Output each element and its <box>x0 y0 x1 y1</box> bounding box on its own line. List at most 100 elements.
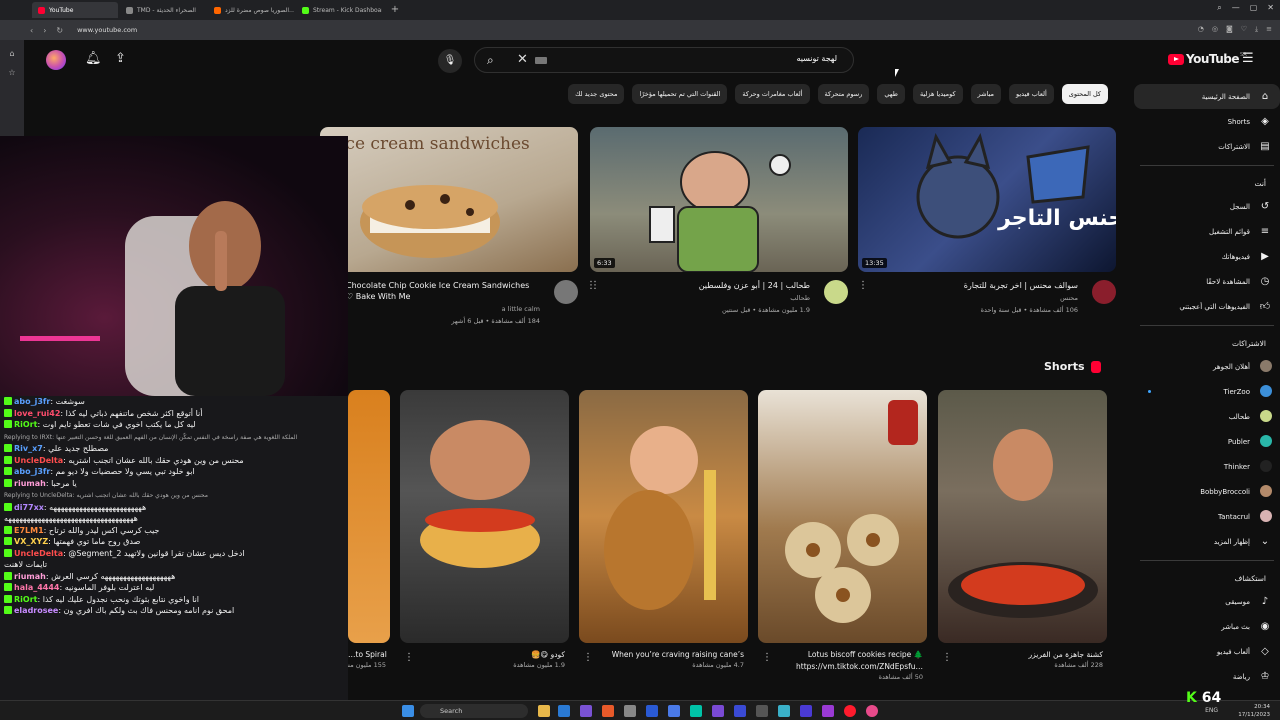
short-title[interactable]: When you’re craving raising cane’s <box>579 649 748 661</box>
short-thumbnail[interactable] <box>579 390 748 643</box>
sidebar-item[interactable]: الاشتراكات ▤ <box>1134 134 1280 159</box>
heart-icon[interactable]: ♡ <box>1241 25 1247 34</box>
chat-username[interactable]: RiOrt <box>14 420 37 429</box>
sidebar-item[interactable]: Thinker <box>1134 454 1280 479</box>
short-card[interactable]: …to Spiral | #shorts 155 مليون مشاهدة <box>348 390 390 669</box>
chat-username[interactable]: riumah <box>14 572 46 581</box>
short-card[interactable]: ⋮ كشنة جاهزة من الفريزر 228 ألف مشاهدة <box>938 390 1107 669</box>
short-thumbnail[interactable] <box>400 390 569 643</box>
keyboard-icon[interactable] <box>535 57 547 64</box>
chat-username[interactable]: love_rui42 <box>14 409 60 418</box>
filter-chip[interactable]: مباشر <box>970 84 1002 104</box>
sidebar-item[interactable]: المشاهدة لاحقًا ◷ <box>1134 269 1280 294</box>
photoshop-icon[interactable] <box>646 705 658 717</box>
short-title[interactable]: كشنة جاهزة من الفريزر <box>938 649 1107 661</box>
short-card[interactable]: ⋮ Lotus biscoff cookies recipe 🌲 https:/… <box>758 390 927 681</box>
file-explorer-icon[interactable] <box>538 705 550 717</box>
filter-chip[interactable]: ألعاب مغامرات وحركة <box>735 84 810 104</box>
chat-username[interactable]: UncleDelta <box>14 549 63 558</box>
sidebar-section-title[interactable]: أنت <box>1134 172 1280 194</box>
notifications-bell-icon[interactable]: 🔔︎ <box>85 51 102 66</box>
video-menu-icon[interactable]: ⋮ <box>858 280 868 291</box>
taskbar-search[interactable]: Search <box>420 704 528 718</box>
sidebar-item[interactable]: BobbyBroccoli <box>1134 479 1280 504</box>
video-channel[interactable]: طحالب <box>590 293 848 303</box>
visual-studio-icon[interactable] <box>580 705 592 717</box>
video-channel[interactable]: محنس <box>858 293 1116 303</box>
sidebar-item[interactable]: TierZoo <box>1134 379 1280 404</box>
sidebar-item[interactable]: إظهار المزيد ⌄ <box>1134 529 1280 554</box>
forward-icon[interactable]: › <box>43 26 46 35</box>
back-icon[interactable]: ‹ <box>30 26 33 35</box>
search-box[interactable]: ⌕ ✕ لهجة تونسيه <box>474 47 854 73</box>
channel-avatar[interactable] <box>1092 280 1116 304</box>
opera-taskbar-icon[interactable] <box>844 705 856 717</box>
app-icon[interactable] <box>866 705 878 717</box>
video-channel[interactable]: a little calm <box>320 304 578 314</box>
short-title[interactable]: Lotus biscoff cookies recipe 🌲 https://v… <box>758 649 927 673</box>
sidebar-item[interactable]: الصفحة الرئيسية ⌂ <box>1134 84 1280 109</box>
sidebar-item[interactable]: Tantacrul <box>1134 504 1280 529</box>
short-thumbnail[interactable] <box>938 390 1107 643</box>
guide-menu-icon[interactable]: ☰ <box>1242 51 1254 66</box>
star-icon[interactable]: ☆ <box>0 68 24 77</box>
maximize-icon[interactable]: ▢ <box>1250 3 1258 13</box>
channel-avatar[interactable] <box>554 280 578 304</box>
short-card[interactable]: ⋮ When you’re craving raising cane’s 4.7… <box>579 390 748 669</box>
chat-username[interactable]: Riv_x7 <box>14 444 43 453</box>
sidebar-item[interactable]: طحالب <box>1134 404 1280 429</box>
filter-chip[interactable]: كل المحتوى <box>1061 84 1108 104</box>
chat-username[interactable]: UncleDelta <box>14 456 63 465</box>
filter-chip[interactable]: القنوات التي تم تحميلها مؤخرًا <box>632 84 728 104</box>
chat-username[interactable]: RiOrt <box>14 595 37 604</box>
sidebar-item[interactable]: فيديوهاتك ▶ <box>1134 244 1280 269</box>
short-title[interactable]: كودو 😋🍔 <box>400 649 569 661</box>
app-icon[interactable] <box>668 705 680 717</box>
youtube-logo[interactable]: YouTube SA <box>1168 52 1247 66</box>
video-title[interactable]: طحالب | 24 | أبو عزن وفلسطين <box>590 280 848 291</box>
channel-avatar[interactable] <box>824 280 848 304</box>
sidebar-item[interactable]: السجل ↺ <box>1134 194 1280 219</box>
filter-chip[interactable]: طهي <box>877 84 905 104</box>
search-tabs-icon[interactable]: ⌕ <box>1217 3 1221 13</box>
video-menu-icon[interactable]: ⋮ <box>586 280 596 291</box>
video-title[interactable]: Chocolate Chip Cookie Ice Cream Sandwich… <box>320 280 578 302</box>
app-icon[interactable] <box>800 705 812 717</box>
premiere-icon[interactable] <box>822 705 834 717</box>
short-card[interactable]: ⋮ كودو 😋🍔 1.9 مليون مشاهدة <box>400 390 569 669</box>
sidebar-item[interactable]: ألعاب فيديو ◇ <box>1134 639 1280 664</box>
short-thumbnail[interactable] <box>348 390 390 643</box>
clear-search-icon[interactable]: ✕ <box>517 52 528 67</box>
filter-chip[interactable]: ألعاب فيديو <box>1009 84 1054 104</box>
reload-icon[interactable]: ↻ <box>56 26 63 35</box>
short-menu-icon[interactable]: ⋮ <box>404 652 414 663</box>
new-tab-button[interactable]: + <box>388 3 402 17</box>
sidebar-item[interactable]: بث مباشر ◉ <box>1134 614 1280 639</box>
short-menu-icon[interactable]: ⋮ <box>583 652 593 663</box>
language-indicator[interactable]: ENG <box>1205 707 1218 714</box>
short-menu-icon[interactable]: ⋮ <box>942 652 952 663</box>
chat-username[interactable]: abo_j3fr <box>14 467 50 476</box>
minimize-icon[interactable]: — <box>1232 3 1240 13</box>
after-effects-icon[interactable] <box>712 705 724 717</box>
search-input[interactable]: لهجة تونسيه <box>796 54 837 63</box>
system-clock[interactable]: 20:34 17/11/2023 <box>1238 703 1270 719</box>
create-upload-icon[interactable]: ⇪ <box>115 51 126 66</box>
video-card[interactable]: 6:33 ⋮ طحالب | 24 | أبو عزن وفلسطين طحال… <box>590 127 848 315</box>
windows-start-icon[interactable] <box>402 705 414 717</box>
video-thumbnail[interactable]: ice cream sandwiches <box>320 127 578 272</box>
filter-chip[interactable]: رسوم متحركة <box>817 84 870 104</box>
video-card[interactable]: محنس التاجر 13:35 ⋮ سوالف محنس | اخر تجر… <box>858 127 1116 315</box>
app-icon[interactable] <box>690 705 702 717</box>
home-nav-icon[interactable]: ⌂ <box>0 49 24 58</box>
video-title[interactable]: سوالف محنس | اخر تجربة للتجارة <box>858 280 1116 291</box>
extension-icon[interactable]: ◔ <box>1198 25 1204 34</box>
sidebar-section-title[interactable]: الاشتراكات <box>1134 332 1280 354</box>
chat-username[interactable]: E7LM1 <box>14 526 44 535</box>
filter-chip[interactable]: محتوى جديد لك <box>568 84 625 104</box>
sidebar-section-title[interactable]: استكشاف <box>1134 567 1280 589</box>
browser-tab[interactable]: YouTube <box>32 2 118 18</box>
browser-tab[interactable]: الصوريا صوص مضرة للزد… <box>208 2 294 18</box>
vscode-icon[interactable] <box>558 705 570 717</box>
sidebar-item[interactable]: الفيديوهات التي أعجبتني 👍︎ <box>1134 294 1280 319</box>
